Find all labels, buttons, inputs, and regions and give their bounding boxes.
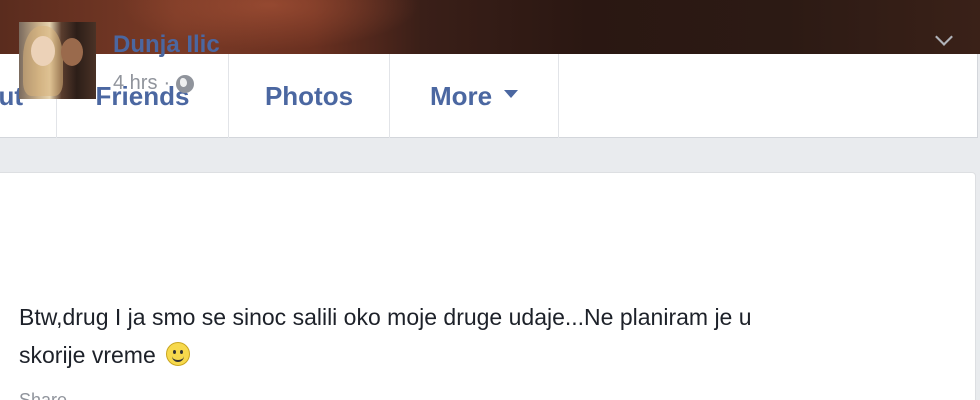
post-text-line-1: Btw,drug I ja smo se sinoc salili oko mo… (19, 304, 752, 330)
post-author-name[interactable]: Dunja Ilic (113, 31, 220, 59)
post-text-line-2-text: skorije vreme (19, 342, 156, 368)
avatar-face-left (31, 36, 55, 66)
profile-nav: ut Friends Photos More (0, 54, 978, 138)
avatar[interactable] (19, 22, 96, 99)
smiley-emoji-icon (166, 342, 191, 366)
meta-separator: · (163, 72, 171, 94)
globe-icon[interactable] (176, 74, 195, 93)
tab-photos-label: Photos (264, 80, 354, 111)
caret-down-icon (504, 90, 519, 98)
share-link[interactable]: Share (19, 390, 67, 400)
tab-photos[interactable]: Photos (229, 54, 390, 138)
post-text: Btw,drug I ja smo se sinoc salili oko mo… (19, 298, 939, 374)
tab-more[interactable]: More (390, 54, 559, 138)
post-text-line-2: skorije vreme (19, 336, 939, 374)
post-timestamp[interactable]: 4 hrs (113, 72, 157, 95)
tab-more-label: More (429, 80, 493, 111)
avatar-face-right (61, 38, 83, 66)
post-meta: 4 hrs · (113, 72, 195, 95)
